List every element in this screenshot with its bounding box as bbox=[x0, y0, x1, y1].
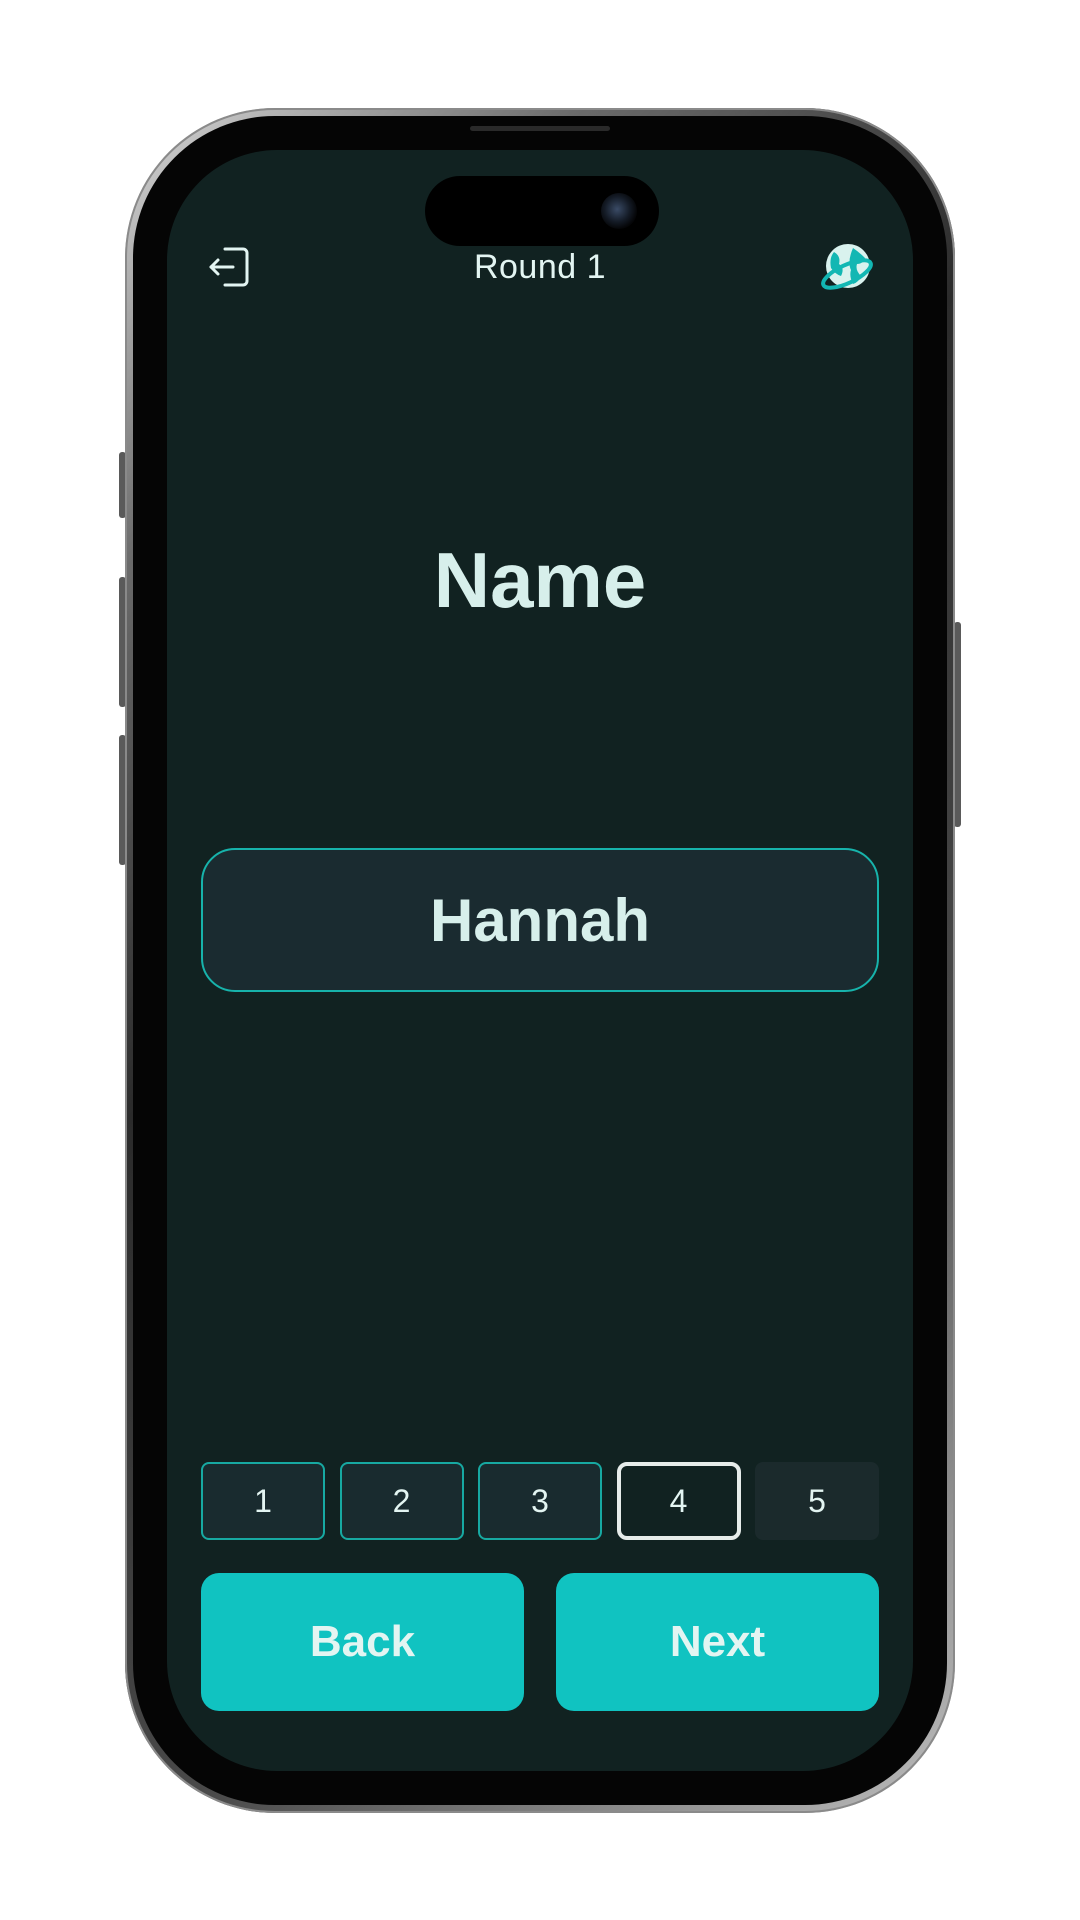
action-bar: Back Next bbox=[201, 1573, 879, 1711]
globe-icon bbox=[821, 244, 873, 290]
round-title: Round 1 bbox=[473, 248, 607, 286]
page-item-2[interactable]: 2 bbox=[339, 1462, 464, 1540]
language-button[interactable] bbox=[819, 240, 875, 296]
answer-value: Hannah bbox=[429, 886, 651, 954]
next-button[interactable]: Next bbox=[556, 1573, 879, 1711]
question-heading: Name bbox=[433, 536, 647, 624]
page-item-5[interactable]: 5 bbox=[755, 1462, 879, 1540]
app-screen: Round 1 Name Hannah 1 2 3 4 5 Back Next bbox=[167, 150, 913, 1771]
page-item-4[interactable]: 4 bbox=[616, 1462, 741, 1540]
top-bar: Round 1 bbox=[167, 240, 913, 300]
dynamic-island bbox=[425, 176, 659, 246]
phone-earpiece bbox=[470, 126, 610, 131]
page-item-3[interactable]: 3 bbox=[478, 1462, 602, 1540]
page-item-1[interactable]: 1 bbox=[201, 1462, 325, 1540]
device-canvas: Round 1 Name Hannah 1 2 3 4 5 Back Next bbox=[0, 0, 1080, 1920]
front-camera bbox=[601, 193, 637, 229]
back-button[interactable]: Back bbox=[201, 1573, 524, 1711]
question-pager: 1 2 3 4 5 bbox=[201, 1462, 879, 1540]
answer-field[interactable]: Hannah bbox=[201, 848, 879, 992]
phone-power-button bbox=[954, 622, 961, 827]
phone-frame: Round 1 Name Hannah 1 2 3 4 5 Back Next bbox=[125, 108, 955, 1813]
